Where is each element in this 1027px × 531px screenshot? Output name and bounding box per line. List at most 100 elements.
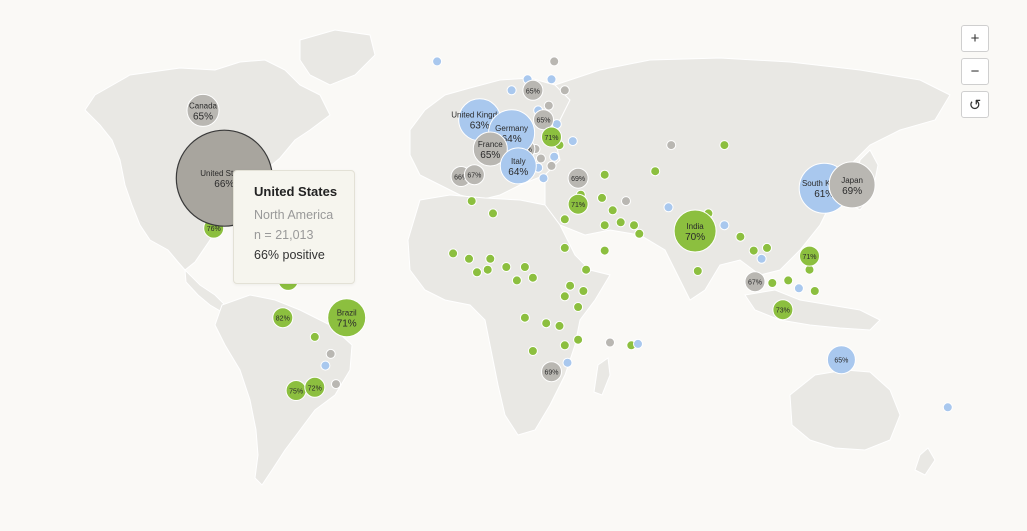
country-dot[interactable]: [719, 140, 730, 151]
bubble-value: 69%: [571, 176, 585, 183]
country-dot[interactable]: [309, 331, 320, 342]
country-dot[interactable]: [793, 283, 804, 294]
country-dot[interactable]: [432, 56, 443, 67]
country-dot[interactable]: [546, 74, 557, 85]
country-dot[interactable]: [581, 264, 592, 275]
country-dot[interactable]: [573, 302, 584, 312]
country-dot[interactable]: [599, 169, 610, 180]
bubble-country-name: France: [478, 140, 503, 149]
country-dot[interactable]: [599, 245, 610, 256]
bubble-value: 73%: [776, 308, 790, 315]
country-dot[interactable]: [663, 202, 674, 213]
country-dot[interactable]: [597, 192, 607, 203]
country-dot[interactable]: [559, 291, 570, 302]
bubble-value: 65%: [536, 118, 550, 125]
bubble-country-value: 69%: [842, 186, 862, 197]
country-dot[interactable]: [942, 402, 953, 413]
country-dot[interactable]: [543, 100, 554, 111]
country-dot[interactable]: [482, 264, 493, 275]
country-dot[interactable]: [485, 253, 496, 264]
country-dot[interactable]: [488, 208, 498, 219]
country-dot[interactable]: [615, 217, 626, 228]
zoom-out-button[interactable]: −: [961, 58, 989, 85]
country-dot[interactable]: [448, 248, 459, 259]
bubble-country-value: 65%: [480, 150, 500, 161]
country-dot[interactable]: [783, 275, 794, 286]
bubble-country-name: Japan: [841, 176, 863, 185]
country-dot[interactable]: [605, 337, 615, 348]
country-dot[interactable]: [562, 357, 573, 368]
country-dot[interactable]: [559, 340, 570, 351]
country-dot[interactable]: [559, 214, 570, 225]
land-madagascar: [593, 357, 611, 396]
country-dot[interactable]: [559, 242, 570, 253]
land-greenland: [299, 29, 376, 86]
country-dot[interactable]: [565, 280, 576, 291]
zoom-in-button[interactable]: +: [961, 25, 989, 52]
world-map[interactable]: 76%76%82%75%72%65%66%65%65%71%64%66%66%6…: [0, 0, 1027, 531]
country-dot[interactable]: [320, 360, 331, 371]
reset-view-button[interactable]: ↺: [961, 91, 989, 118]
country-dot[interactable]: [666, 140, 677, 151]
country-dot[interactable]: [549, 151, 560, 162]
country-dot[interactable]: [506, 85, 517, 96]
country-dot[interactable]: [559, 85, 570, 96]
bubble-value: 82%: [276, 316, 290, 323]
country-dot[interactable]: [331, 379, 341, 390]
country-dot[interactable]: [511, 275, 522, 286]
country-dot[interactable]: [546, 160, 557, 171]
country-dot[interactable]: [692, 266, 703, 276]
country-dot[interactable]: [633, 338, 643, 349]
country-dot[interactable]: [535, 153, 546, 164]
country-dot[interactable]: [519, 312, 530, 323]
country-dot[interactable]: [767, 278, 778, 288]
bubble-country-value: 66%: [214, 179, 234, 190]
bubble-country-name: Italy: [511, 157, 526, 166]
land-central-america: [184, 268, 226, 313]
country-dot[interactable]: [650, 166, 661, 177]
country-dot[interactable]: [578, 286, 589, 296]
tooltip-result: 66% positive: [254, 248, 325, 262]
country-dot[interactable]: [809, 286, 820, 296]
country-dot[interactable]: [554, 320, 565, 331]
country-dot[interactable]: [607, 205, 618, 216]
country-dot[interactable]: [567, 136, 578, 147]
country-dot[interactable]: [549, 56, 560, 67]
country-dot[interactable]: [735, 231, 746, 242]
bubble-country-name: Canada: [189, 101, 218, 110]
bubble-value: 67%: [748, 280, 762, 287]
country-dot[interactable]: [621, 196, 631, 207]
bubble-country-value: 65%: [193, 111, 213, 122]
tooltip-country: United States: [254, 184, 338, 199]
bubble-value: 65%: [526, 88, 540, 95]
bubble-country-name: Germany: [495, 124, 528, 133]
bubble-value: 71%: [571, 202, 585, 209]
country-dot[interactable]: [501, 262, 512, 272]
country-dot[interactable]: [527, 346, 538, 356]
country-dot[interactable]: [472, 267, 482, 278]
country-dot[interactable]: [519, 262, 530, 272]
country-dot[interactable]: [762, 242, 772, 253]
country-bubble-labeled[interactable]: [673, 209, 717, 253]
country-dot[interactable]: [634, 228, 645, 239]
country-dot[interactable]: [748, 245, 759, 256]
country-dot[interactable]: [756, 253, 767, 264]
country-dot[interactable]: [325, 348, 336, 359]
country-dot[interactable]: [629, 220, 639, 231]
bubble-value: 71%: [802, 254, 816, 261]
bubble-country-value: 64%: [508, 167, 528, 178]
tooltip-region: North America: [254, 208, 334, 222]
country-dot[interactable]: [599, 220, 610, 231]
country-dot[interactable]: [541, 318, 552, 329]
country-dot[interactable]: [538, 173, 549, 184]
country-dot[interactable]: [527, 272, 538, 283]
bubble-value: 69%: [544, 370, 558, 377]
country-dot[interactable]: [573, 334, 584, 345]
country-dot[interactable]: [466, 196, 477, 207]
country-dot[interactable]: [464, 253, 474, 264]
tooltip-sample: n = 21,013: [254, 228, 314, 242]
bubble-country-value: 71%: [337, 319, 357, 330]
land-australia: [789, 369, 901, 451]
bubble-value: 67%: [467, 173, 481, 180]
country-dot[interactable]: [719, 220, 730, 231]
